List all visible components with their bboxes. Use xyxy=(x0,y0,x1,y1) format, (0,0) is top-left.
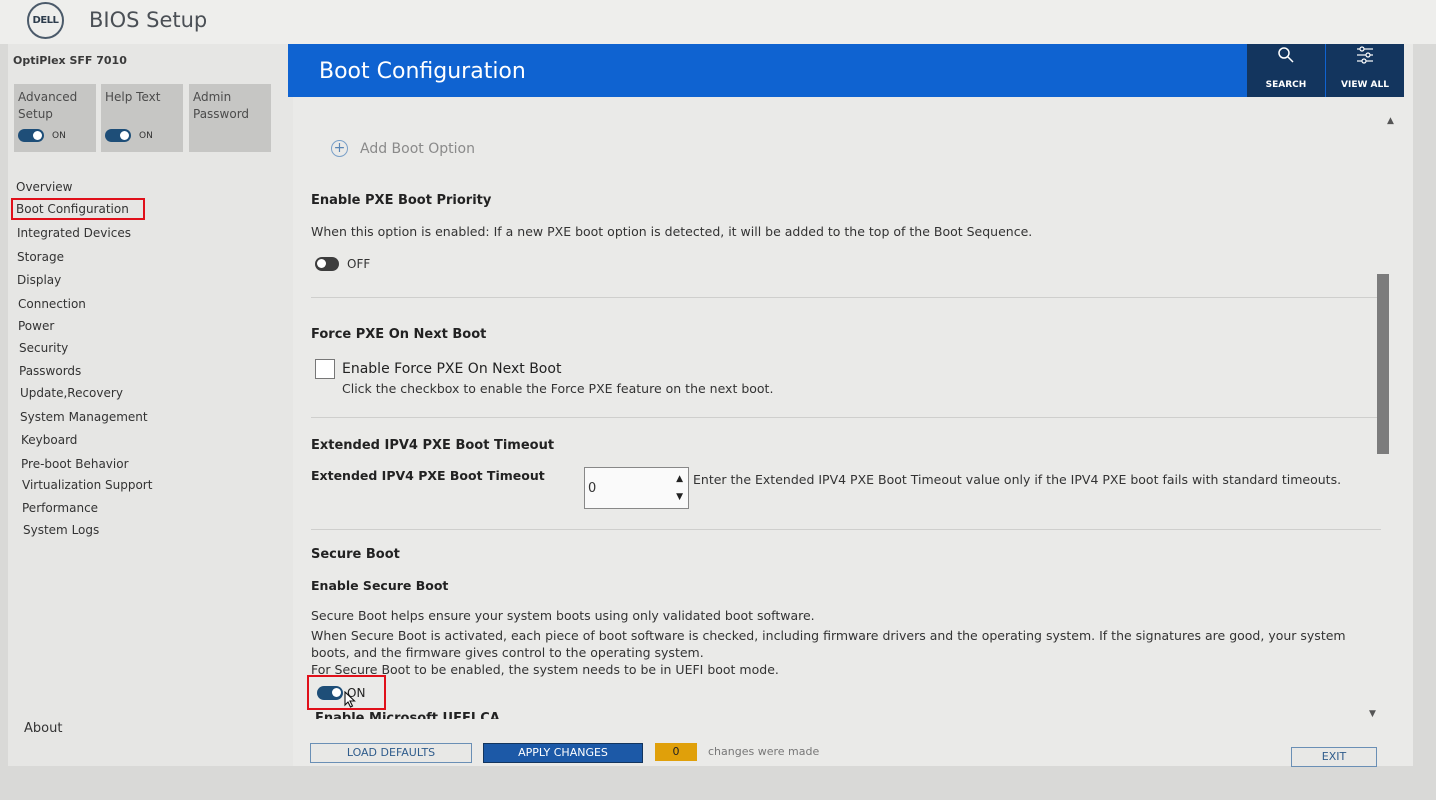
pxe-priority-description: When this option is enabled: If a new PX… xyxy=(311,224,1033,239)
secure-boot-description-1: Secure Boot helps ensure your system boo… xyxy=(311,608,815,623)
page-title: Boot Configuration xyxy=(319,59,526,84)
sidebar-item-passwords[interactable]: Passwords xyxy=(19,364,81,378)
search-button[interactable]: SEARCH xyxy=(1247,44,1325,97)
secure-boot-subtitle: Enable Secure Boot xyxy=(311,578,449,593)
force-pxe-checkbox[interactable] xyxy=(315,359,335,379)
pxe-priority-title: Enable PXE Boot Priority xyxy=(311,193,492,208)
scroll-up-arrow-icon[interactable]: ▲ xyxy=(1387,116,1394,126)
settings-content: + Add Boot Option Enable PXE Boot Priori… xyxy=(293,104,1383,719)
view-all-button[interactable]: VIEW ALL xyxy=(1326,44,1404,97)
section-divider xyxy=(311,297,1381,298)
sidebar-item-about[interactable]: About xyxy=(24,721,62,736)
secure-boot-title: Secure Boot xyxy=(311,547,400,562)
admin-password-tile[interactable]: Admin Password xyxy=(189,84,271,152)
tile-label: Help Text xyxy=(105,90,161,104)
changes-text: changes were made xyxy=(708,745,820,758)
advanced-setup-toggle[interactable]: ON xyxy=(18,129,66,142)
add-boot-option-button[interactable]: + Add Boot Option xyxy=(331,140,475,157)
toggle-switch-icon xyxy=(317,685,343,700)
toggle-switch-icon xyxy=(18,129,44,142)
scroll-down-arrow-icon[interactable]: ▼ xyxy=(1369,709,1376,719)
tile-label: Admin Password xyxy=(193,90,250,121)
search-label: SEARCH xyxy=(1265,80,1307,90)
footer-bar: LOAD DEFAULTS APPLY CHANGES 0 changes we… xyxy=(293,721,1413,767)
section-divider xyxy=(311,417,1381,418)
add-circle-icon: + xyxy=(331,140,348,157)
ipv4-timeout-description: Enter the Extended IPV4 PXE Boot Timeout… xyxy=(693,472,1342,487)
help-text-toggle[interactable]: ON xyxy=(105,129,153,142)
sidebar-item-display[interactable]: Display xyxy=(17,273,61,287)
tile-label: Advanced Setup xyxy=(18,90,78,121)
sidebar-item-system-logs[interactable]: System Logs xyxy=(23,523,99,537)
sidebar-item-connection[interactable]: Connection xyxy=(18,297,86,311)
sidebar-item-system-management[interactable]: System Management xyxy=(20,410,148,424)
stepper-down-arrow-icon[interactable]: ▼ xyxy=(676,492,683,502)
sidebar-item-integrated-devices[interactable]: Integrated Devices xyxy=(17,226,131,240)
toggle-state: ON xyxy=(52,130,66,141)
sidebar: OptiPlex SFF 7010 Advanced Setup ON Help… xyxy=(8,44,293,766)
mouse-cursor-icon xyxy=(344,690,356,712)
toggle-switch-icon xyxy=(105,129,131,142)
main-panel: Boot Configuration SEARCH VIEW ALL + Add… xyxy=(288,44,1413,767)
app-title: BIOS Setup xyxy=(89,8,208,32)
exit-button[interactable]: EXIT xyxy=(1291,747,1377,767)
page-header: Boot Configuration SEARCH VIEW ALL xyxy=(288,44,1404,97)
sliders-icon xyxy=(1326,46,1404,72)
dell-logo: DELL xyxy=(27,2,64,39)
model-name: OptiPlex SFF 7010 xyxy=(13,54,127,67)
force-pxe-checkbox-label: Enable Force PXE On Next Boot xyxy=(342,361,562,377)
search-icon xyxy=(1247,46,1325,72)
sidebar-item-storage[interactable]: Storage xyxy=(17,250,64,264)
force-pxe-checkbox-description: Click the checkbox to enable the Force P… xyxy=(342,381,774,396)
force-pxe-title: Force PXE On Next Boot xyxy=(311,327,487,342)
secure-boot-toggle[interactable]: ON xyxy=(307,675,386,710)
advanced-setup-tile[interactable]: Advanced Setup ON xyxy=(14,84,96,152)
scrollbar-thumb[interactable] xyxy=(1377,274,1389,454)
ipv4-timeout-title: Extended IPV4 PXE Boot Timeout xyxy=(311,438,555,453)
sidebar-item-boot-configuration[interactable]: Boot Configuration xyxy=(11,198,145,220)
toggle-state: ON xyxy=(139,130,153,141)
toggle-state: OFF xyxy=(347,257,371,271)
section-divider xyxy=(311,529,1381,530)
stepper-value: 0 xyxy=(588,481,597,496)
secure-boot-description-3: For Secure Boot to be enabled, the syste… xyxy=(311,662,779,677)
stepper-up-arrow-icon[interactable]: ▲ xyxy=(676,474,683,484)
sidebar-item-virtualization-support[interactable]: Virtualization Support xyxy=(22,478,152,492)
add-boot-option-label: Add Boot Option xyxy=(360,140,475,157)
ipv4-timeout-field-label: Extended IPV4 PXE Boot Timeout xyxy=(311,468,545,483)
view-all-label: VIEW ALL xyxy=(1341,80,1389,90)
load-defaults-button[interactable]: LOAD DEFAULTS xyxy=(310,743,472,763)
sidebar-item-security[interactable]: Security xyxy=(19,341,68,355)
ipv4-timeout-stepper[interactable]: 0 ▲ ▼ xyxy=(584,467,689,509)
help-text-tile[interactable]: Help Text ON xyxy=(101,84,183,152)
sidebar-item-power[interactable]: Power xyxy=(18,319,54,333)
apply-changes-button[interactable]: APPLY CHANGES xyxy=(483,743,643,763)
secure-boot-description-2: When Secure Boot is activated, each piec… xyxy=(311,628,1346,660)
sidebar-item-performance[interactable]: Performance xyxy=(22,501,98,515)
change-count-badge: 0 xyxy=(655,743,697,761)
sidebar-item-overview[interactable]: Overview xyxy=(16,180,73,194)
sidebar-item-keyboard[interactable]: Keyboard xyxy=(21,433,77,447)
sidebar-item-pre-boot-behavior[interactable]: Pre-boot Behavior xyxy=(21,457,129,471)
toggle-switch-icon xyxy=(315,257,339,271)
sidebar-item-update-recovery[interactable]: Update,Recovery xyxy=(20,386,123,400)
title-bar: DELL BIOS Setup xyxy=(0,0,1436,44)
pxe-priority-toggle[interactable]: OFF xyxy=(315,257,370,271)
next-setting-title: Enable Microsoft UEFI CA xyxy=(315,711,500,719)
